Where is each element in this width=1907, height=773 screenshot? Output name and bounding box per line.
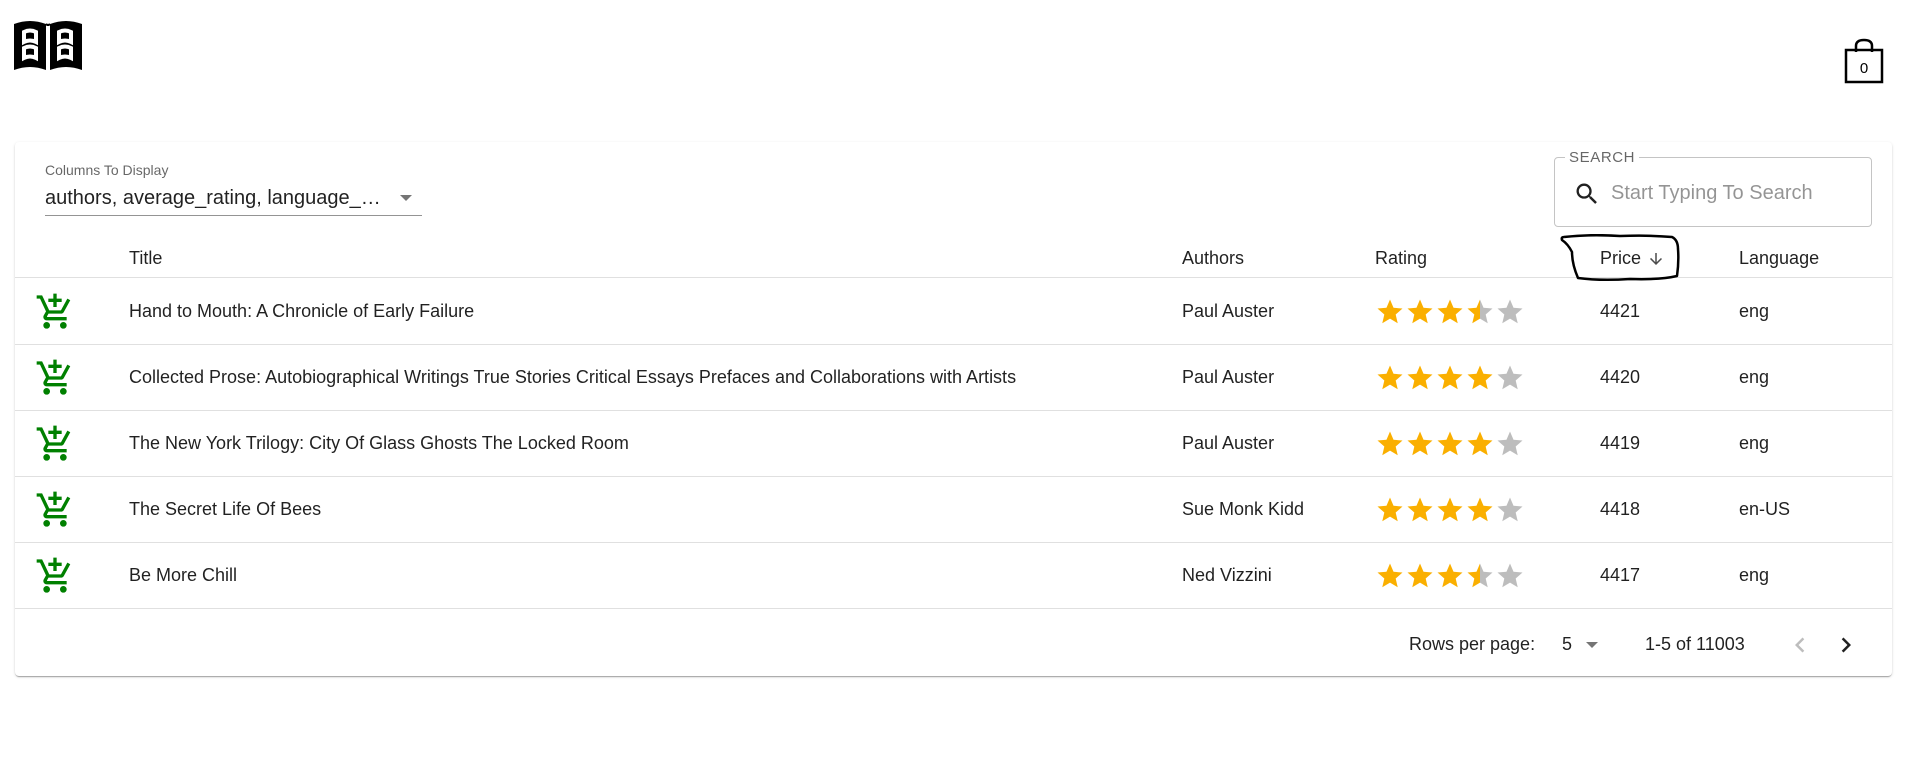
cell-authors: Ned Vizzini: [1182, 565, 1272, 585]
columns-select-label: Columns To Display: [45, 162, 169, 178]
star-icon: [1377, 563, 1403, 588]
cell-title: Be More Chill: [129, 565, 238, 585]
table-row: Hand to Mouth: A Chronicle of Early Fail…: [15, 279, 1892, 345]
cell-language: eng: [1739, 565, 1770, 585]
cell-title: The Secret Life Of Bees: [129, 499, 322, 519]
star-icon: [1407, 365, 1433, 390]
cell-language: en-US: [1739, 499, 1791, 519]
column-header-authors[interactable]: Authors: [1182, 248, 1244, 269]
star-icon: [1377, 497, 1403, 522]
table-row: Collected Prose: Autobiographical Writin…: [15, 345, 1892, 411]
column-header-price[interactable]: Price: [1600, 248, 1665, 269]
star-icon: [1437, 563, 1463, 588]
columns-select-value[interactable]: authors, average_rating, language_code, …: [45, 184, 422, 216]
star-icon: [1407, 431, 1433, 456]
star-icon: [1437, 497, 1463, 522]
cell-authors: Sue Monk Kidd: [1182, 499, 1305, 519]
cell-authors: Paul Auster: [1182, 367, 1275, 387]
rating-stars: [1375, 429, 1525, 459]
book-logo-icon[interactable]: [12, 16, 84, 72]
column-header-rating[interactable]: Rating: [1375, 248, 1427, 269]
cell-language: eng: [1739, 433, 1770, 453]
add-to-cart-icon[interactable]: [35, 424, 75, 464]
cell-price: 4421: [1600, 301, 1641, 321]
rating-stars: [1375, 363, 1525, 393]
search-input[interactable]: [1611, 176, 1861, 210]
star-icon: [1437, 365, 1463, 390]
pagination-range: 1-5 of 11003: [1645, 634, 1745, 654]
star-icon: [1467, 431, 1493, 456]
books-table-card: Columns To Display authors, average_rati…: [15, 142, 1892, 676]
star-icon: [1407, 563, 1433, 588]
shopping-bag-button[interactable]: 0: [1844, 38, 1884, 84]
star-icon: [1377, 365, 1403, 390]
cell-authors: Paul Auster: [1182, 433, 1275, 453]
rating-stars: [1375, 561, 1525, 591]
star-icon: [1467, 365, 1493, 390]
star-icon: [1377, 299, 1403, 324]
star-icon: [1467, 497, 1493, 522]
search-field[interactable]: SEARCH: [1554, 149, 1872, 227]
star-icon: [1497, 299, 1523, 324]
column-header-title[interactable]: Title: [129, 248, 162, 269]
cell-language: eng: [1739, 301, 1770, 321]
star-icon: [1467, 299, 1493, 324]
star-icon: [1497, 563, 1523, 588]
cart-count-badge: 0: [1859, 60, 1869, 77]
dropdown-caret-icon: [1586, 642, 1598, 648]
rows-per-page-select[interactable]: 5: [1562, 634, 1598, 658]
star-icon: [1407, 299, 1433, 324]
table-row: The New York Trilogy: City Of Glass Ghos…: [15, 411, 1892, 477]
add-to-cart-icon[interactable]: [35, 292, 75, 332]
star-icon: [1407, 497, 1433, 522]
star-icon: [1437, 299, 1463, 324]
star-icon: [1467, 563, 1493, 588]
search-legend: SEARCH: [1565, 149, 1640, 166]
rows-per-page-value: 5: [1562, 634, 1573, 654]
column-header-language[interactable]: Language: [1739, 248, 1819, 269]
rows-per-page-label: Rows per page:: [1409, 634, 1536, 654]
star-icon: [1377, 431, 1403, 456]
dropdown-caret-icon: [400, 195, 412, 201]
cell-price: 4418: [1600, 499, 1641, 519]
add-to-cart-icon[interactable]: [35, 358, 75, 398]
table-row: Be More Chill Ned Vizzini 4417 eng: [15, 543, 1892, 609]
star-icon: [1497, 497, 1523, 522]
chevron-right-icon[interactable]: [1831, 630, 1861, 660]
table-header-row: Title Authors Rating Price Language: [15, 240, 1892, 278]
arrow-down-icon[interactable]: [1647, 250, 1665, 268]
columns-select-text: authors, average_rating, language_code, …: [45, 187, 388, 209]
cell-title: The New York Trilogy: City Of Glass Ghos…: [129, 433, 629, 453]
chevron-left-icon[interactable]: [1785, 630, 1815, 660]
search-icon: [1576, 183, 1597, 204]
rating-stars: [1375, 297, 1525, 327]
star-icon: [1497, 431, 1523, 456]
column-header-price-label: Price: [1600, 248, 1642, 268]
add-to-cart-icon[interactable]: [35, 556, 75, 596]
add-to-cart-icon[interactable]: [35, 490, 75, 530]
rating-stars: [1375, 495, 1525, 525]
cell-price: 4420: [1600, 367, 1641, 387]
star-icon: [1497, 365, 1523, 390]
cell-price: 4419: [1600, 433, 1641, 453]
columns-to-display-select[interactable]: Columns To Display authors, average_rati…: [45, 162, 422, 216]
star-icon: [1437, 431, 1463, 456]
table-row: The Secret Life Of Bees Sue Monk Kidd 4418…: [15, 477, 1892, 543]
cell-title: Hand to Mouth: A Chronicle of Early Fail…: [129, 301, 475, 321]
cell-authors: Paul Auster: [1182, 301, 1275, 321]
cell-price: 4417: [1600, 565, 1641, 585]
cell-title: Collected Prose: Autobiographical Writin…: [129, 367, 1017, 387]
table-pagination: Rows per page: 5 1-5 of 11003: [15, 612, 1892, 676]
cell-language: eng: [1739, 367, 1770, 387]
